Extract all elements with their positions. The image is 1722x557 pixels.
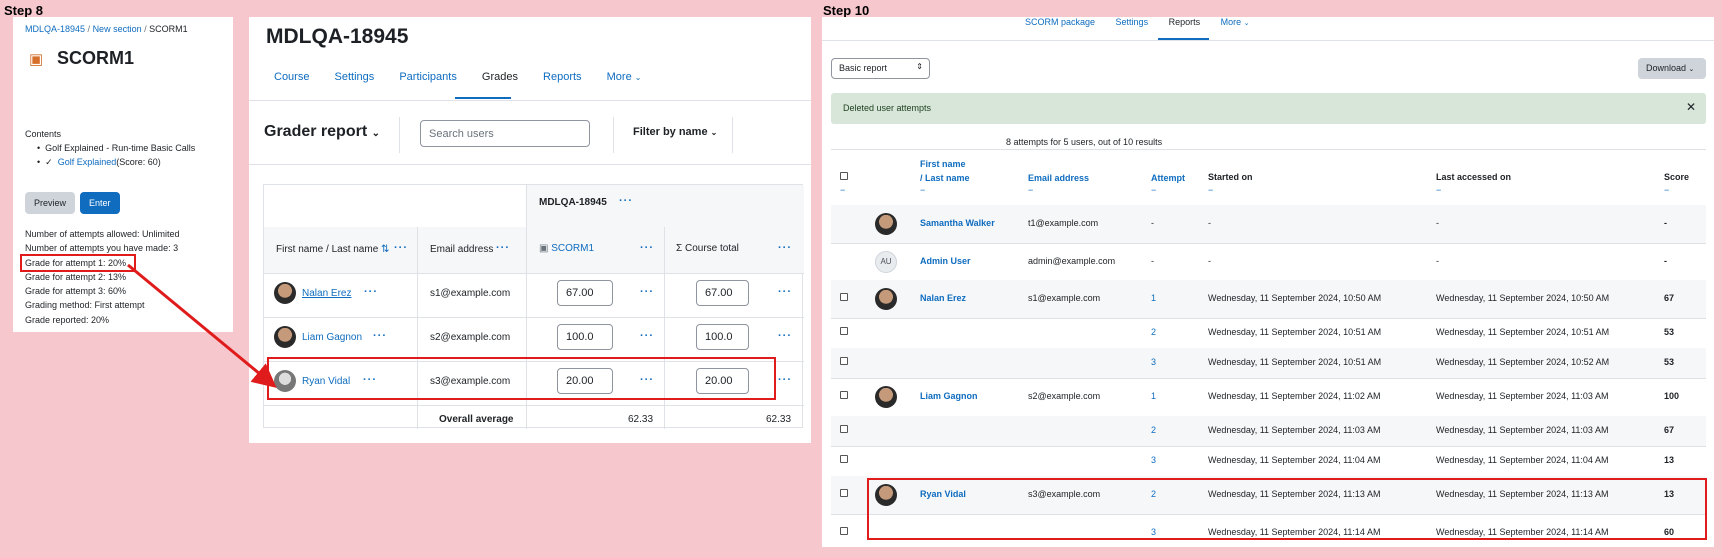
row-divider bbox=[831, 318, 1706, 319]
score: 53 bbox=[1664, 357, 1675, 367]
student-name-link[interactable]: Liam Gagnon bbox=[920, 391, 978, 401]
student-name-link[interactable]: Samantha Walker bbox=[920, 218, 995, 228]
close-icon[interactable]: ✕ bbox=[1686, 100, 1696, 114]
row-checkbox[interactable] bbox=[840, 527, 848, 535]
select-all-checkbox[interactable] bbox=[840, 172, 848, 180]
row-checkbox[interactable] bbox=[840, 357, 848, 365]
started-on: Wednesday, 11 September 2024, 11:04 AM bbox=[1208, 455, 1381, 465]
sort-last-name[interactable]: / Last name bbox=[920, 173, 970, 183]
row-checkbox[interactable] bbox=[840, 391, 848, 399]
row-divider bbox=[831, 149, 1706, 150]
last-accessed: Wednesday, 11 September 2024, 11:03 AM bbox=[1436, 391, 1609, 401]
avatar bbox=[875, 213, 897, 235]
avatar bbox=[875, 288, 897, 310]
attempt-link: - bbox=[1151, 218, 1154, 228]
attempt-link: - bbox=[1151, 255, 1154, 266]
tab-scorm-package[interactable]: SCORM package bbox=[1025, 17, 1095, 27]
score: 67 bbox=[1664, 425, 1675, 435]
started-on: Wednesday, 11 September 2024, 11:03 AM bbox=[1208, 425, 1381, 435]
student-email: admin@example.com bbox=[1028, 255, 1116, 266]
score: - bbox=[1664, 255, 1667, 266]
attempt-link[interactable]: 1 bbox=[1151, 293, 1156, 303]
nav-divider bbox=[822, 40, 1714, 41]
score: 13 bbox=[1664, 455, 1675, 465]
col-score[interactable]: Score bbox=[1664, 172, 1689, 182]
student-email: t1@example.com bbox=[1028, 218, 1099, 228]
attempt-link[interactable]: 3 bbox=[1151, 455, 1156, 465]
started-on: - bbox=[1208, 255, 1211, 266]
chevron-down-icon: ⌄ bbox=[1688, 66, 1695, 73]
last-accessed: Wednesday, 11 September 2024, 10:51 AM bbox=[1436, 327, 1610, 337]
sort-first-name[interactable]: First name bbox=[920, 159, 966, 169]
last-accessed: Wednesday, 11 September 2024, 11:03 AM bbox=[1436, 425, 1609, 435]
sort-attempt[interactable]: Attempt bbox=[1151, 173, 1185, 183]
started-on: Wednesday, 11 September 2024, 10:51 AM bbox=[1208, 357, 1382, 367]
download-button[interactable]: Download ⌄ bbox=[1638, 58, 1706, 79]
row-divider bbox=[831, 446, 1706, 447]
student-email: s1@example.com bbox=[1028, 293, 1101, 303]
last-accessed: Wednesday, 11 September 2024, 11:04 AM bbox=[1436, 455, 1609, 465]
tab-more[interactable]: More ⌄ bbox=[1221, 17, 1250, 27]
attempt-link[interactable]: 2 bbox=[1151, 425, 1156, 435]
started-on: Wednesday, 11 September 2024, 11:02 AM bbox=[1208, 391, 1381, 401]
report-type-select[interactable]: Basic report ⇕ bbox=[831, 58, 930, 79]
score: 100 bbox=[1664, 391, 1680, 401]
row-checkbox[interactable] bbox=[840, 293, 848, 301]
attempt-link[interactable]: 1 bbox=[1151, 391, 1156, 401]
tab-settings[interactable]: Settings bbox=[1116, 17, 1149, 27]
attempt-link[interactable]: 2 bbox=[1151, 327, 1156, 337]
started-on: Wednesday, 11 September 2024, 10:51 AM bbox=[1208, 327, 1382, 337]
student-name-link[interactable]: Nalan Erez bbox=[920, 293, 966, 303]
select-arrow-icon: ⇕ bbox=[916, 62, 923, 71]
sort-email[interactable]: Email address bbox=[1028, 173, 1089, 183]
col-started-on[interactable]: Started on bbox=[1208, 172, 1253, 182]
last-accessed: Wednesday, 11 September 2024, 10:50 AM bbox=[1436, 293, 1610, 303]
score: - bbox=[1664, 218, 1667, 228]
avatar bbox=[875, 386, 897, 408]
row-checkbox[interactable] bbox=[840, 425, 848, 433]
last-accessed: - bbox=[1436, 218, 1439, 228]
attempts-summary: 8 attempts for 5 users, out of 10 result… bbox=[1006, 137, 1163, 147]
last-accessed: Wednesday, 11 September 2024, 10:52 AM bbox=[1436, 357, 1610, 367]
alert-message: Deleted user attempts bbox=[843, 103, 932, 113]
attempt-link[interactable]: 3 bbox=[1151, 357, 1156, 367]
row-checkbox[interactable] bbox=[840, 455, 848, 463]
started-on: - bbox=[1208, 218, 1211, 228]
row-checkbox[interactable] bbox=[840, 489, 848, 497]
started-on: Wednesday, 11 September 2024, 10:50 AM bbox=[1208, 293, 1382, 303]
attempts-report-panel: SCORM package Settings Reports More ⌄ Ba… bbox=[822, 17, 1714, 547]
alert-success: Deleted user attempts ✕ bbox=[831, 93, 1706, 124]
row-divider bbox=[831, 243, 1706, 244]
row-checkbox[interactable] bbox=[840, 327, 848, 335]
col-last-accessed[interactable]: Last accessed on bbox=[1436, 172, 1511, 182]
student-name-link[interactable]: Admin User bbox=[920, 256, 971, 266]
tab-reports[interactable]: Reports bbox=[1169, 17, 1201, 27]
row-divider bbox=[831, 378, 1706, 379]
highlight-ryan-vidal-attempts bbox=[867, 478, 1707, 540]
activity-nav-tabs: SCORM package Settings Reports More ⌄ bbox=[1025, 17, 1250, 27]
student-email: s2@example.com bbox=[1028, 391, 1101, 401]
last-accessed: - bbox=[1436, 255, 1439, 266]
avatar: AU bbox=[875, 250, 897, 273]
chevron-down-icon: ⌄ bbox=[1243, 20, 1250, 27]
score: 67 bbox=[1664, 293, 1675, 303]
score: 53 bbox=[1664, 327, 1675, 337]
